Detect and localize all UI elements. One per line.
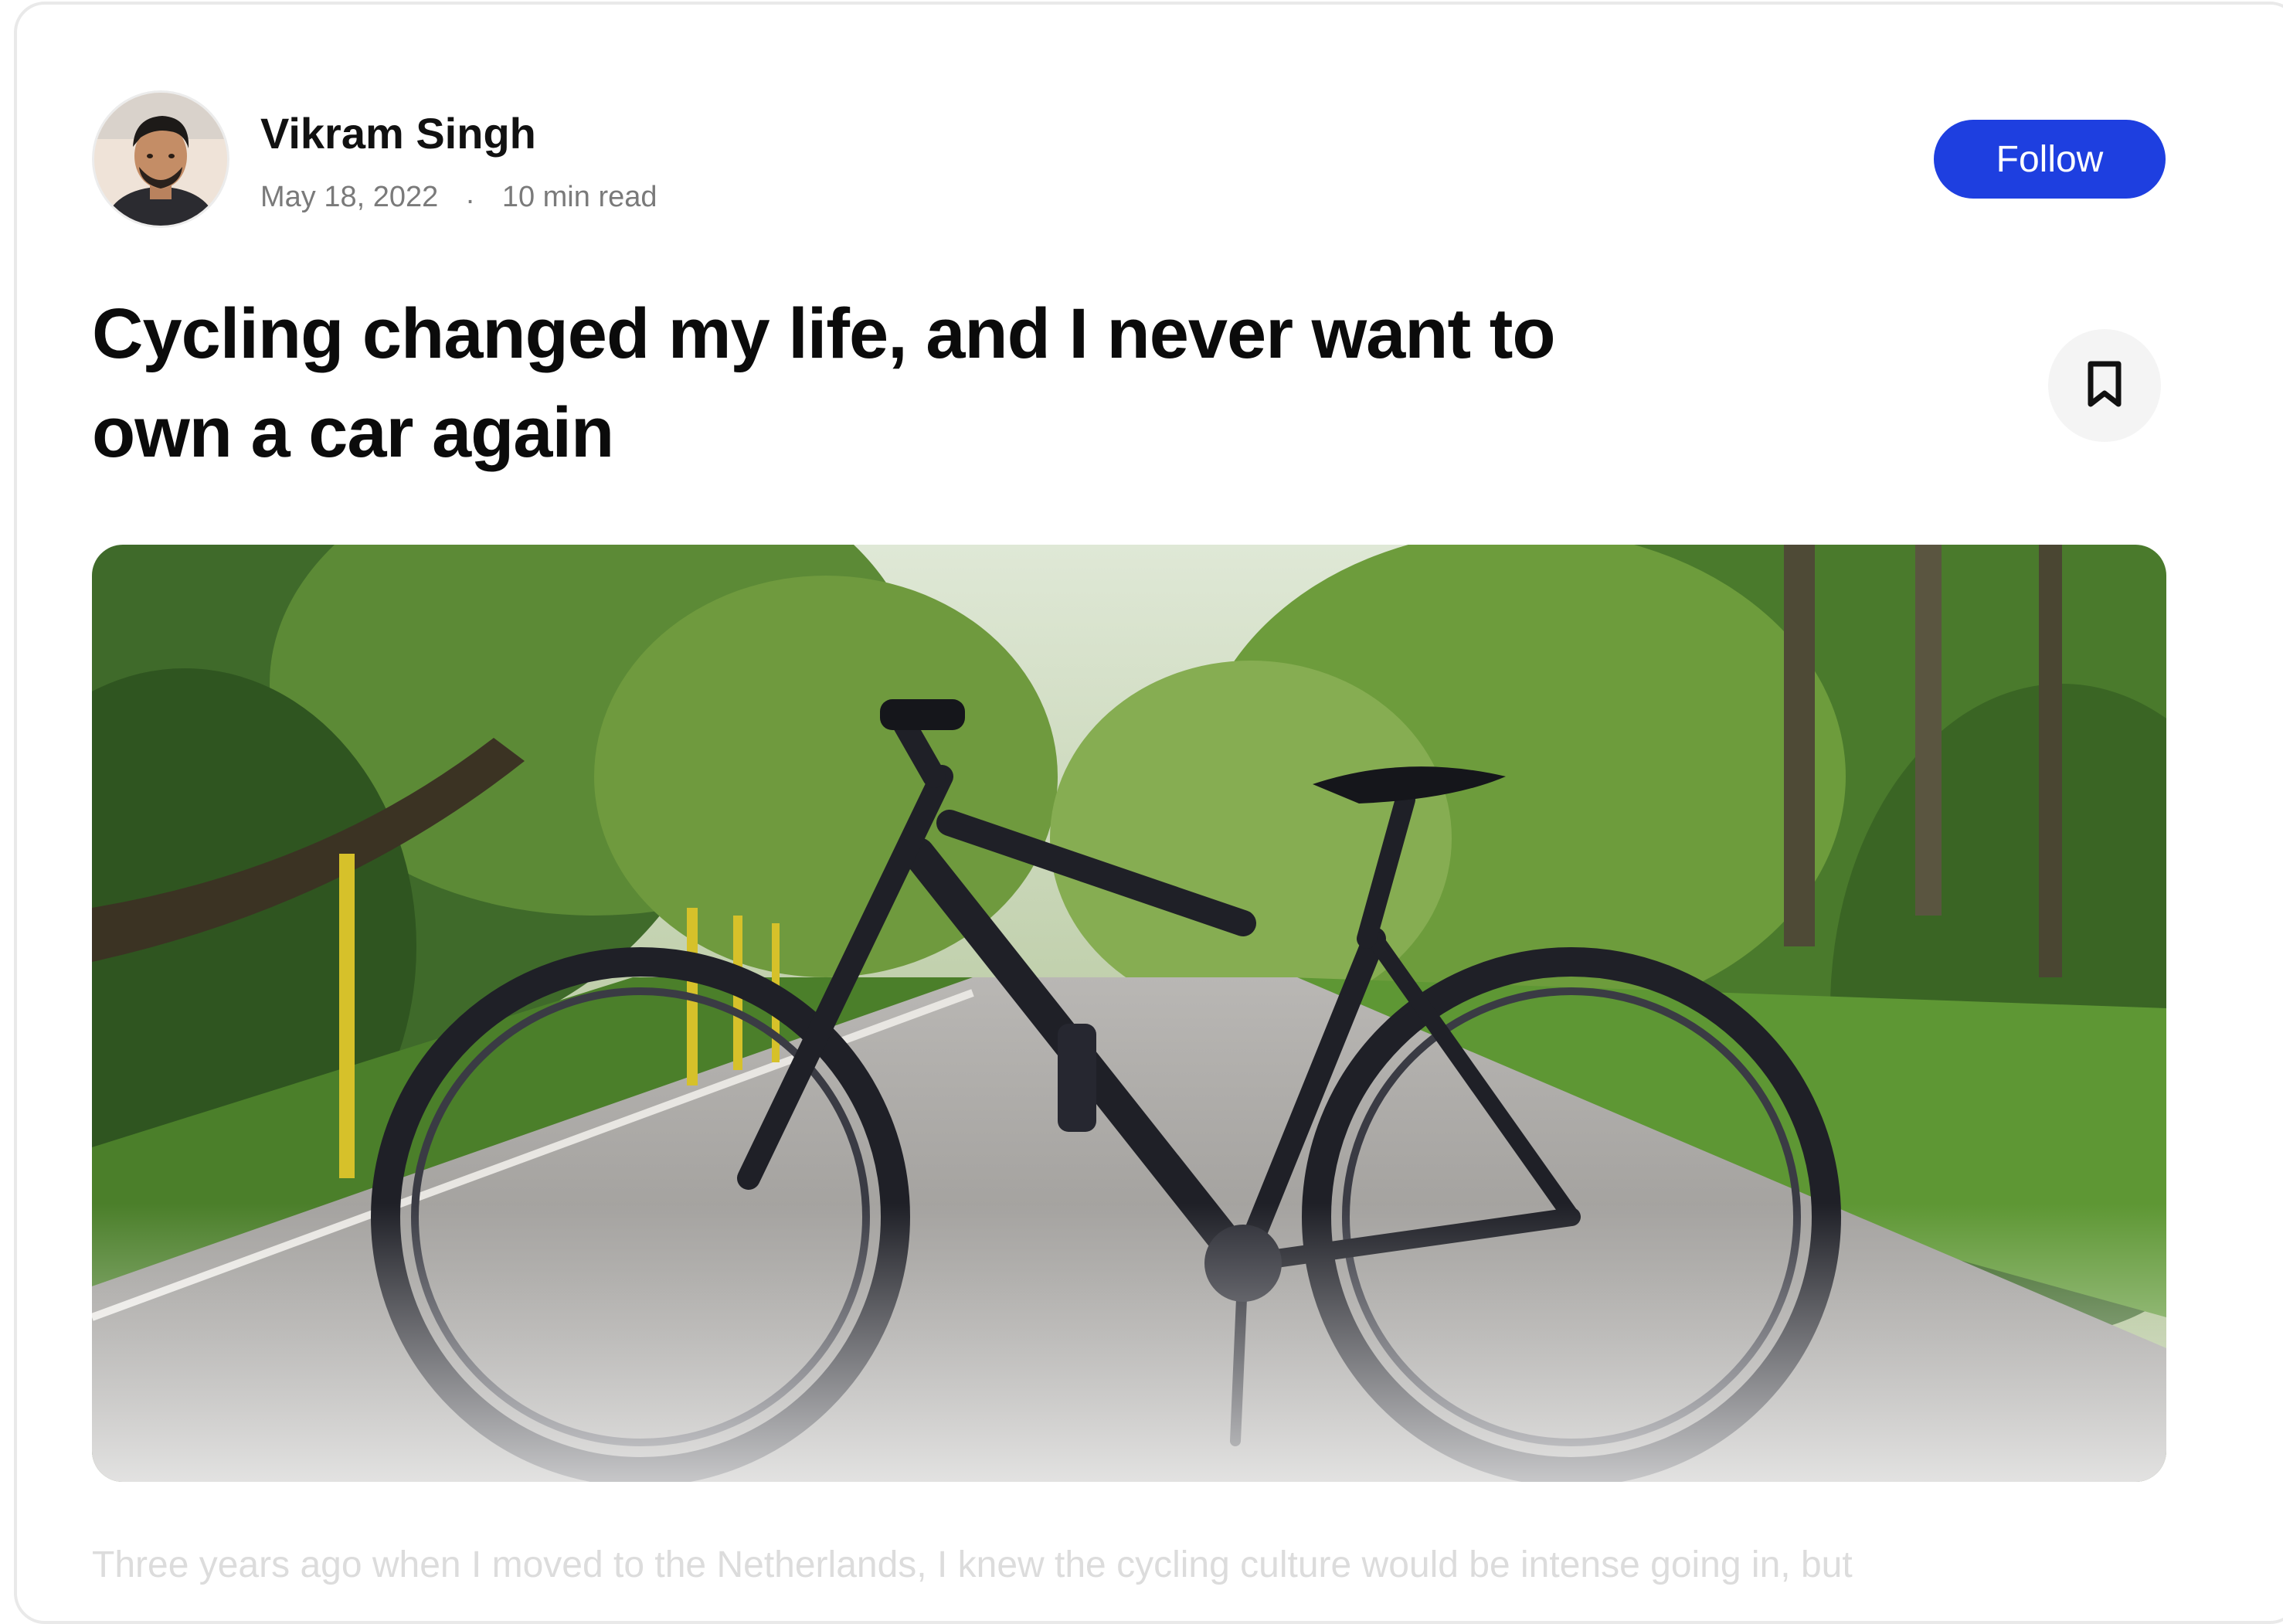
author-name[interactable]: Vikram Singh bbox=[260, 108, 536, 158]
article-title[interactable]: Cycling changed my life, and I never wan… bbox=[92, 284, 1560, 482]
author-avatar[interactable] bbox=[92, 90, 229, 228]
article-meta: May 18, 2022 . 10 min read bbox=[260, 178, 657, 214]
publish-date: May 18, 2022 bbox=[260, 181, 439, 213]
read-time: 10 min read bbox=[501, 181, 657, 213]
bookmark-button[interactable] bbox=[2048, 329, 2161, 442]
bookmark-icon bbox=[2084, 359, 2125, 413]
meta-separator: . bbox=[466, 178, 474, 210]
article-excerpt[interactable]: Three years ago when I moved to the Neth… bbox=[92, 1544, 2217, 1586]
hero-image bbox=[92, 545, 2166, 1482]
follow-button[interactable]: Follow bbox=[1934, 120, 2166, 199]
